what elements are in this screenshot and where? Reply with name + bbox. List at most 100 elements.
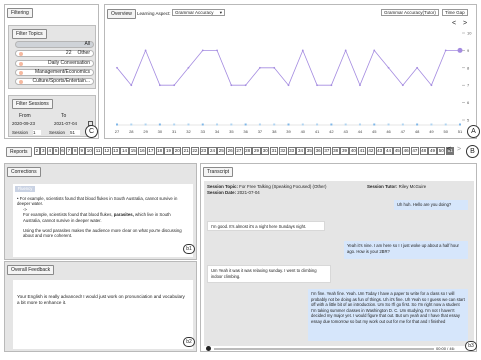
report-item-14[interactable]: 14: [120, 147, 129, 155]
report-item-20[interactable]: 20: [173, 147, 182, 155]
report-item-46[interactable]: 46: [402, 147, 411, 155]
data-point[interactable]: [444, 49, 447, 52]
report-item-4[interactable]: 4: [46, 147, 53, 155]
report-item-27[interactable]: 27: [234, 147, 243, 155]
session-from-value[interactable]: 1: [33, 130, 41, 135]
data-point[interactable]: [216, 49, 218, 52]
report-item-39[interactable]: 39: [340, 147, 349, 155]
data-point[interactable]: [287, 84, 290, 87]
report-item-30[interactable]: 30: [261, 147, 270, 155]
report-item-40[interactable]: 40: [349, 147, 358, 155]
topic-culture[interactable]: Culture/Sports/Entertain...: [15, 78, 94, 85]
session-marker[interactable]: [444, 123, 447, 126]
data-point[interactable]: [244, 84, 247, 87]
data-point[interactable]: [259, 66, 261, 69]
data-point[interactable]: [273, 66, 276, 69]
session-marker[interactable]: [287, 123, 290, 126]
play-icon[interactable]: [206, 346, 211, 351]
report-item-2[interactable]: 2: [34, 147, 40, 155]
report-item-25[interactable]: 25: [217, 147, 226, 155]
session-marker[interactable]: [301, 123, 304, 126]
session-marker[interactable]: [216, 123, 219, 126]
report-item-17[interactable]: 17: [146, 147, 155, 155]
report-item-41[interactable]: 41: [358, 147, 367, 155]
session-marker[interactable]: [387, 123, 390, 126]
session-marker[interactable]: [416, 123, 419, 126]
report-item-3[interactable]: 3: [40, 147, 47, 155]
session-marker[interactable]: [273, 123, 276, 126]
data-point[interactable]: [187, 66, 190, 69]
report-item-47[interactable]: 47: [410, 147, 419, 155]
data-point[interactable]: [344, 49, 347, 52]
data-point[interactable]: [330, 84, 333, 87]
report-item-19[interactable]: 19: [164, 147, 173, 155]
report-item-24[interactable]: 24: [208, 147, 217, 155]
report-item-16[interactable]: 16: [138, 147, 147, 155]
reports-next-icon[interactable]: >: [457, 146, 461, 153]
data-point[interactable]: [116, 66, 118, 69]
data-point[interactable]: [373, 49, 376, 52]
report-item-48[interactable]: 48: [419, 147, 428, 155]
report-item-50[interactable]: 50: [437, 147, 446, 155]
report-item-35[interactable]: 35: [305, 147, 314, 155]
report-item-26[interactable]: 26: [226, 147, 235, 155]
session-marker[interactable]: [230, 123, 233, 126]
report-item-49[interactable]: 49: [428, 147, 437, 155]
report-item-45[interactable]: 45: [393, 147, 402, 155]
session-marker[interactable]: [187, 123, 190, 126]
session-marker[interactable]: [258, 123, 261, 126]
report-item-5[interactable]: 5: [53, 147, 59, 155]
session-marker[interactable]: [316, 123, 319, 126]
report-item-28[interactable]: 28: [243, 147, 252, 155]
session-to-value[interactable]: 51: [70, 130, 80, 135]
topic-other[interactable]: 22 Other: [15, 50, 94, 57]
report-item-11[interactable]: 11: [94, 147, 103, 155]
session-marker[interactable]: [130, 123, 133, 126]
report-item-43[interactable]: 43: [375, 147, 384, 155]
report-item-22[interactable]: 22: [190, 147, 199, 155]
topic-daily-conversation[interactable]: Daily Conversation: [15, 60, 94, 67]
data-point[interactable]: [230, 84, 233, 87]
from-date-input[interactable]: 2020-09-23: [12, 121, 46, 127]
data-point[interactable]: [359, 84, 361, 87]
report-item-44[interactable]: 44: [384, 147, 393, 155]
session-marker[interactable]: [459, 123, 461, 126]
report-item-29[interactable]: 29: [252, 147, 261, 155]
topic-all[interactable]: All: [15, 41, 94, 48]
data-point[interactable]: [130, 84, 133, 87]
report-item-12[interactable]: 12: [102, 147, 111, 155]
report-item-13[interactable]: 13: [111, 147, 120, 155]
report-item-15[interactable]: 15: [129, 147, 138, 155]
data-point[interactable]: [158, 84, 161, 87]
report-item-38[interactable]: 38: [331, 147, 340, 155]
data-point[interactable]: [416, 66, 419, 69]
report-item-8[interactable]: 8: [72, 147, 79, 155]
report-item-37[interactable]: 37: [322, 147, 331, 155]
report-item-23[interactable]: 23: [199, 147, 208, 155]
data-point[interactable]: [201, 49, 204, 52]
report-item-6[interactable]: 6: [59, 147, 66, 155]
report-item-32[interactable]: 32: [278, 147, 287, 155]
report-item-9[interactable]: 9: [78, 147, 85, 155]
report-item-42[interactable]: 42: [366, 147, 375, 155]
session-marker[interactable]: [330, 123, 333, 126]
data-point[interactable]: [387, 66, 390, 69]
data-point[interactable]: [301, 49, 304, 52]
report-item-34[interactable]: 34: [296, 147, 305, 155]
data-point[interactable]: [401, 84, 404, 87]
data-point[interactable]: [457, 47, 463, 53]
session-marker[interactable]: [158, 123, 161, 126]
session-marker[interactable]: [201, 123, 204, 126]
report-item-36[interactable]: 36: [314, 147, 323, 155]
report-item-18[interactable]: 18: [155, 147, 164, 155]
report-item-10[interactable]: 10: [85, 147, 94, 155]
reports-prev-icon[interactable]: <: [447, 146, 451, 153]
session-marker[interactable]: [358, 123, 361, 126]
report-item-31[interactable]: 31: [270, 147, 279, 155]
audio-progress[interactable]: [214, 348, 434, 350]
session-marker[interactable]: [430, 123, 433, 126]
data-point[interactable]: [316, 84, 318, 87]
session-marker[interactable]: [244, 123, 247, 126]
report-item-33[interactable]: 33: [287, 147, 296, 155]
session-marker[interactable]: [116, 123, 118, 126]
